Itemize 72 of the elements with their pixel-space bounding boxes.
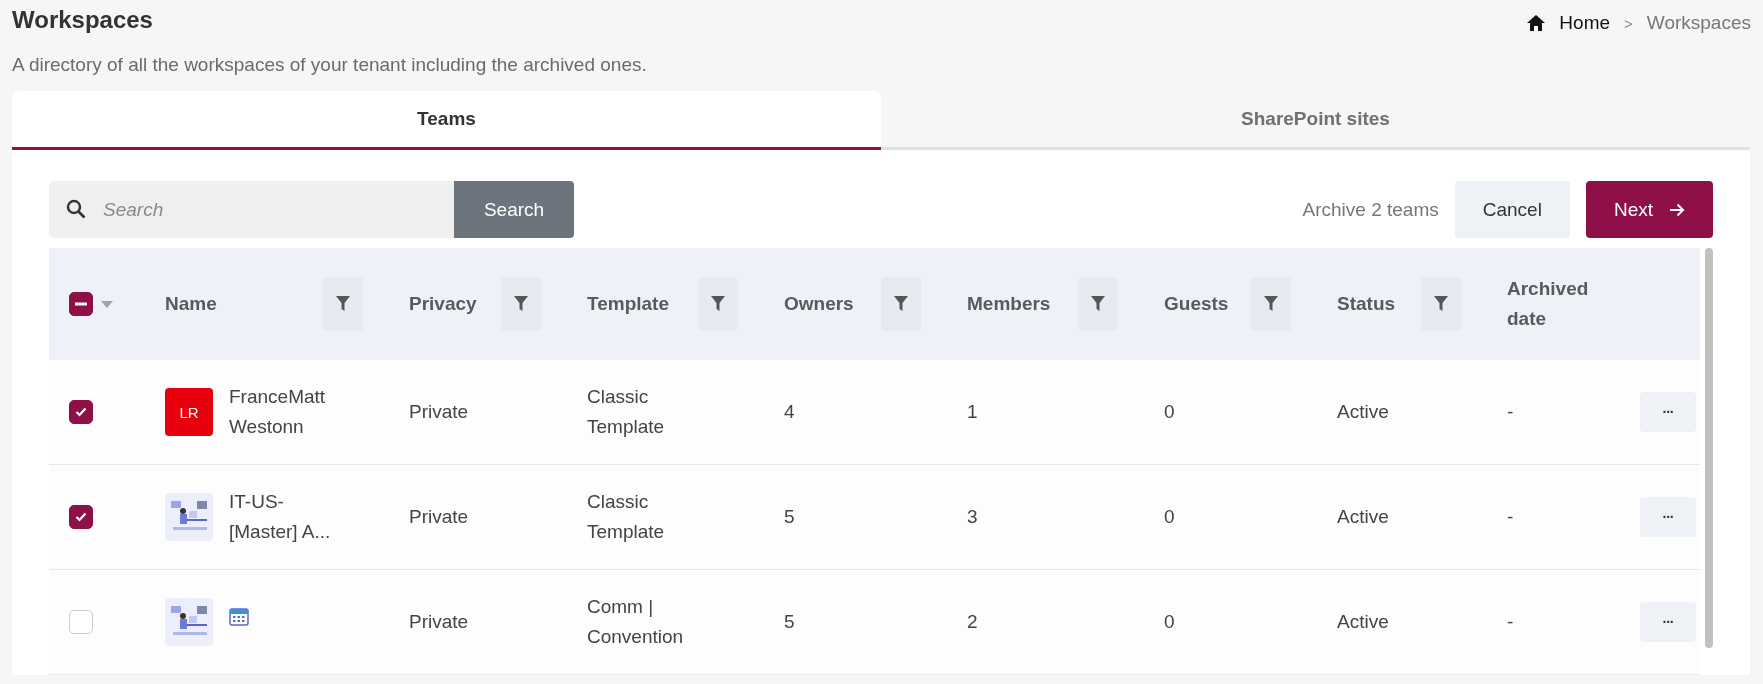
filter-button[interactable]	[323, 277, 363, 331]
archived-date-cell-text: -	[1507, 505, 1515, 529]
guests-cell-text: 0	[1164, 505, 1176, 529]
page-description: A directory of all the workspaces of your tenant including the archived ones.	[12, 54, 648, 76]
filter-button[interactable]	[881, 277, 921, 331]
privacy-cell-text: Private	[409, 610, 470, 634]
illustration-picture	[165, 598, 213, 646]
row-checkbox[interactable]	[69, 505, 93, 529]
search-field[interactable]: Search	[49, 181, 454, 238]
template-cell-text: Classic Template	[587, 490, 666, 544]
template-cell-text: Comm | Convention	[587, 595, 685, 649]
filter-icon	[1434, 296, 1448, 312]
next-button[interactable]: Next	[1585, 181, 1713, 238]
filter-button[interactable]	[698, 277, 738, 331]
more-button[interactable]: ···	[1640, 602, 1696, 642]
more-button[interactable]: ···	[1640, 497, 1696, 537]
status-cell-text: Active	[1337, 610, 1390, 634]
filter-button[interactable]	[501, 277, 541, 331]
members-cell-text: 3	[967, 505, 979, 529]
filter-icon	[514, 296, 528, 312]
page-title: Workspaces	[12, 6, 153, 34]
row-checkbox[interactable]	[69, 400, 93, 424]
status-cell-text: Active	[1337, 505, 1390, 529]
avatar: LR	[165, 388, 213, 436]
filter-button[interactable]	[1421, 277, 1461, 331]
column-header: Status	[1337, 292, 1396, 316]
breadcrumb-link[interactable]: Workspaces	[1646, 12, 1751, 34]
search-icon	[66, 199, 86, 219]
privacy-cell-text: Private	[409, 505, 470, 529]
filter-icon	[894, 296, 908, 312]
check-icon	[75, 512, 87, 522]
more-button[interactable]: ···	[1640, 392, 1696, 432]
owners-cell-text: 5	[784, 610, 796, 634]
column-header: Template	[587, 292, 669, 316]
members-cell-text: 1	[967, 400, 979, 424]
archived-date-cell-text: -	[1507, 400, 1515, 424]
status-cell-text: Active	[1337, 400, 1390, 424]
tab[interactable]: Teams	[12, 91, 881, 150]
column-header: Name	[165, 292, 217, 316]
column-header: Members	[967, 292, 1051, 316]
check-icon	[75, 407, 87, 417]
column-header: Guests	[1164, 292, 1229, 316]
selection-summary: Archive 2 teams	[1302, 198, 1439, 221]
search-button[interactable]: Search	[454, 181, 574, 238]
home-icon	[1527, 15, 1546, 31]
cancel-button[interactable]: Cancel	[1454, 181, 1570, 238]
owners-cell-text: 4	[784, 400, 796, 424]
arrow-right-icon	[1669, 202, 1685, 217]
scrollbar[interactable]	[1705, 248, 1713, 648]
archived-date-cell-text: -	[1507, 610, 1515, 634]
minus-icon	[75, 302, 87, 306]
filter-icon	[711, 296, 725, 312]
members-cell-text: 2	[967, 610, 979, 634]
filter-icon	[336, 296, 350, 312]
template-cell-text: Classic Template	[587, 385, 666, 439]
breadcrumb-link[interactable]: Home	[1559, 12, 1611, 34]
guests-cell-text: 0	[1164, 400, 1176, 424]
select-all-checkbox[interactable]	[69, 292, 93, 316]
owners-cell-text: 5	[784, 505, 796, 529]
breadcrumb-separator: >	[1624, 14, 1633, 32]
privacy-cell-text: Private	[409, 400, 470, 424]
column-header: Privacy	[409, 292, 477, 316]
filter-button[interactable]	[1251, 277, 1291, 331]
column-header: Owners	[784, 292, 854, 316]
team-name: IT-US-[Master] A...	[229, 490, 332, 544]
column-header: Archived date	[1507, 277, 1590, 331]
guests-cell-text: 0	[1164, 610, 1176, 634]
team-name: FranceMatt Westonn	[229, 385, 327, 439]
filter-icon	[1264, 296, 1278, 312]
filter-icon	[1091, 296, 1105, 312]
filter-button[interactable]	[1078, 277, 1118, 331]
illustration-picture	[165, 493, 213, 541]
